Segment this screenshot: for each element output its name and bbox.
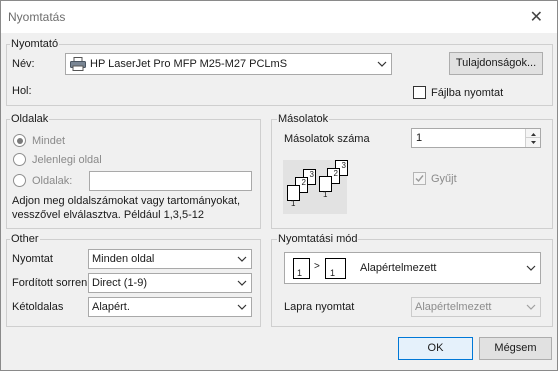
chevron-down-icon <box>526 304 536 310</box>
collate-label: Gyűjt <box>431 173 457 185</box>
print-mode-value: Alapértelmezett <box>360 262 437 274</box>
pages-hint-line2: vesszővel elválasztva. Például 1,3,5-12 <box>12 209 204 221</box>
arrow-right-icon: > <box>314 261 320 272</box>
printer-name-label: Név: <box>12 58 35 70</box>
pages-hint-line1: Adjon meg oldalszámokat vagy tartományok… <box>12 195 241 207</box>
print-range-select[interactable]: Minden oldal <box>88 249 252 269</box>
sheet-print-select[interactable]: Alapértelmezett <box>411 297 541 317</box>
pages-all-label: Mindet <box>32 135 66 147</box>
sheet-to-icon: 1 <box>325 258 346 279</box>
sheet-from-icon: 1 <box>293 258 310 279</box>
other-group-label: Other <box>10 233 40 245</box>
chevron-down-icon <box>237 256 247 262</box>
print-to-file-label: Fájlba nyomtat <box>431 87 504 99</box>
collate-sheet-b1: 1 <box>319 176 332 199</box>
pages-current-radio[interactable] <box>13 153 26 166</box>
chevron-down-icon <box>377 61 387 67</box>
copies-count-value: 1 <box>416 132 423 144</box>
collate-checkbox[interactable] <box>413 172 426 185</box>
printer-name-select[interactable]: HP LaserJet Pro MFP M25-M27 PCLmS <box>65 53 392 75</box>
pages-hint: Adjon meg oldalszámokat vagy tartományok… <box>12 194 240 222</box>
collate-sheet-a1: 1 <box>287 185 300 208</box>
copies-count-spinner[interactable]: 1 <box>411 128 541 148</box>
pages-all-radio[interactable] <box>13 134 26 147</box>
duplex-select[interactable]: Alapért. <box>88 297 252 317</box>
printer-icon <box>70 57 86 74</box>
pages-current-label: Jelenlegi oldal <box>32 154 102 166</box>
collate-illustration: 3 2 1 3 2 1 <box>283 160 348 214</box>
sheet-print-label: Lapra nyomtat <box>284 301 355 313</box>
dialog-title: Nyomtatás <box>8 10 66 24</box>
print-range-value: Minden oldal <box>92 253 155 265</box>
pages-group-label: Oldalak <box>10 113 50 125</box>
chevron-down-icon <box>526 265 536 271</box>
reverse-order-label: Fordított sorren <box>12 277 88 289</box>
pages-range-radio[interactable] <box>13 174 26 187</box>
cancel-button[interactable]: Mégsem <box>479 337 552 360</box>
properties-button[interactable]: Tulajdonságok... <box>449 52 543 75</box>
duplex-value: Alapért. <box>92 301 130 313</box>
print-mode-select[interactable]: 1 > 1 Alapértelmezett <box>284 252 541 284</box>
spin-down-button[interactable] <box>525 138 540 147</box>
printer-name-value: HP LaserJet Pro MFP M25-M27 PCLmS <box>90 58 288 70</box>
sheet-to-number: 1 <box>330 268 336 278</box>
sheet-from-number: 1 <box>297 268 303 278</box>
checkmark-icon <box>415 175 424 183</box>
chevron-down-icon <box>237 304 247 310</box>
copies-group-label: Másolatok <box>277 113 330 125</box>
close-icon[interactable]: ✕ <box>530 7 543 27</box>
triangle-up-icon <box>531 133 536 136</box>
triangle-down-icon <box>531 141 536 144</box>
reverse-order-value: Direct (1-9) <box>92 277 148 289</box>
pages-range-input[interactable] <box>89 171 252 191</box>
reverse-order-select[interactable]: Direct (1-9) <box>88 273 252 293</box>
print-to-file-checkbox[interactable] <box>413 86 426 99</box>
duplex-label: Kétoldalas <box>12 301 64 313</box>
printer-group-label: Nyomtató <box>10 38 60 50</box>
print-mode-group-label: Nyomtatási mód <box>277 233 359 245</box>
title-bar: Nyomtatás ✕ <box>1 1 557 33</box>
chevron-down-icon <box>237 280 247 286</box>
sheet-print-value: Alapértelmezett <box>415 301 492 313</box>
printer-where-label: Hol: <box>12 85 32 97</box>
ok-button[interactable]: OK <box>398 337 473 360</box>
pages-range-label: Oldalak: <box>32 175 73 187</box>
print-dialog: Nyomtatás ✕ Nyomtató Név: HP LaserJet Pr… <box>0 0 558 371</box>
print-range-label: Nyomtat <box>12 253 53 265</box>
copies-count-label: Másolatok száma <box>284 133 370 145</box>
spin-up-button[interactable] <box>525 129 540 138</box>
